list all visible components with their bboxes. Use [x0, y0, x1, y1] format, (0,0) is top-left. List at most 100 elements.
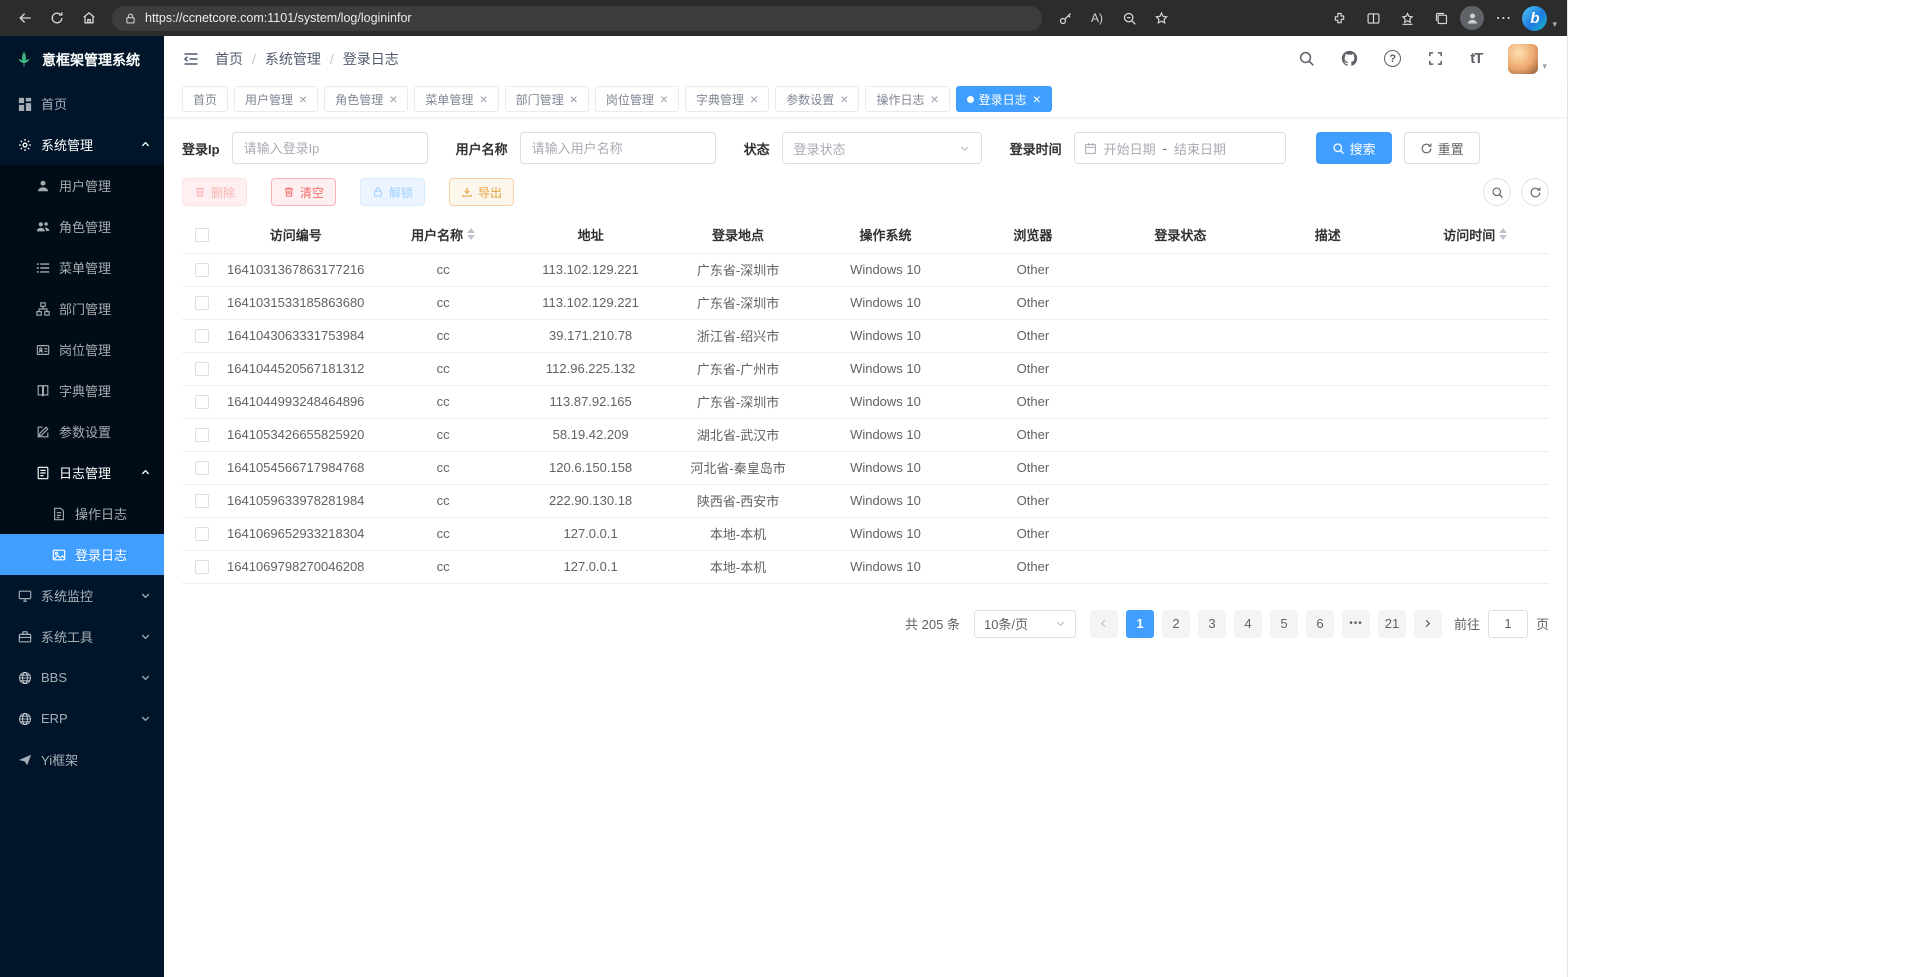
page-size-select[interactable]: 10条/页 [974, 610, 1076, 638]
avatar-caret-icon[interactable]: ▾ [1542, 61, 1547, 72]
page-button-5[interactable]: 5 [1270, 610, 1298, 638]
tab-dept-management[interactable]: 部门管理× [505, 86, 589, 112]
tab-close-icon[interactable]: × [1033, 92, 1041, 106]
sidebar-item-system-tools[interactable]: 系统工具 [0, 616, 164, 657]
sidebar-item-system-monitor[interactable]: 系统监控 [0, 575, 164, 616]
tab-close-icon[interactable]: × [479, 92, 487, 106]
delete-button[interactable]: 删除 [182, 178, 247, 206]
sidebar-item-bbs[interactable]: BBS [0, 657, 164, 698]
favorites-icon[interactable] [1392, 3, 1422, 33]
sidebar-item-user-management[interactable]: 用户管理 [0, 165, 164, 206]
breadcrumb-item[interactable]: 系统管理 [265, 49, 321, 69]
copilot-icon[interactable]: b [1522, 6, 1547, 31]
page-button-3[interactable]: 3 [1198, 610, 1226, 638]
sidebar-collapse-icon[interactable] [182, 50, 200, 68]
sidebar-item-dict-management[interactable]: 字典管理 [0, 370, 164, 411]
sidebar-item-param-settings[interactable]: 参数设置 [0, 411, 164, 452]
refresh-table-icon[interactable] [1521, 178, 1549, 206]
header-search-icon[interactable] [1298, 50, 1315, 67]
home-icon[interactable] [74, 3, 104, 33]
sidebar-item-log-management[interactable]: 日志管理 [0, 452, 164, 493]
tab-close-icon[interactable]: × [840, 92, 848, 106]
sidebar-item-login-log[interactable]: 登录日志 [0, 534, 164, 575]
tab-menu-management[interactable]: 菜单管理× [414, 86, 498, 112]
row-checkbox[interactable] [195, 461, 209, 475]
page-button-2[interactable]: 2 [1162, 610, 1190, 638]
tab-login-log[interactable]: 登录日志× [956, 86, 1052, 112]
split-screen-icon[interactable] [1358, 3, 1388, 33]
export-button[interactable]: 导出 [449, 178, 514, 206]
sort-icon[interactable] [1499, 228, 1507, 240]
sidebar-item-system-management[interactable]: 系统管理 [0, 124, 164, 165]
zoom-out-icon[interactable] [1114, 3, 1144, 33]
row-checkbox[interactable] [195, 395, 209, 409]
sidebar-item-dept-management[interactable]: 部门管理 [0, 288, 164, 329]
password-key-icon[interactable] [1050, 3, 1080, 33]
sidebar-item-home[interactable]: 首页 [0, 83, 164, 124]
user-avatar[interactable] [1508, 44, 1538, 74]
tab-home[interactable]: 首页 [182, 86, 228, 112]
tab-close-icon[interactable]: × [570, 92, 578, 106]
tab-close-icon[interactable]: × [389, 92, 397, 106]
sidebar-item-post-management[interactable]: 岗位管理 [0, 329, 164, 370]
clear-button[interactable]: 清空 [271, 178, 336, 206]
username-input[interactable] [520, 132, 716, 164]
fullscreen-icon[interactable] [1427, 50, 1444, 67]
tab-user-management[interactable]: 用户管理× [234, 86, 318, 112]
row-checkbox[interactable] [195, 329, 209, 343]
collections-icon[interactable] [1426, 3, 1456, 33]
lock-icon[interactable] [124, 12, 137, 25]
sidebar-item-role-management[interactable]: 角色管理 [0, 206, 164, 247]
tab-role-management[interactable]: 角色管理× [324, 86, 408, 112]
tab-param-settings[interactable]: 参数设置× [775, 86, 859, 112]
settings-menu-icon[interactable]: ⋯ [1488, 3, 1518, 33]
page-button-4[interactable]: 4 [1234, 610, 1262, 638]
profile-avatar[interactable] [1460, 6, 1484, 30]
tab-dict-management[interactable]: 字典管理× [685, 86, 769, 112]
row-checkbox[interactable] [195, 296, 209, 310]
tab-close-icon[interactable]: × [750, 92, 758, 106]
back-icon[interactable] [10, 3, 40, 33]
login-time-range[interactable]: 开始日期 - 结束日期 [1074, 132, 1286, 164]
row-checkbox[interactable] [195, 263, 209, 277]
breadcrumb-item[interactable]: 首页 [215, 49, 243, 69]
help-icon[interactable]: ? [1384, 50, 1401, 67]
address-bar[interactable]: https://ccnetcore.com:1101/system/log/lo… [112, 6, 1042, 31]
select-all-checkbox[interactable] [195, 228, 209, 242]
add-favorite-star-icon[interactable] [1146, 3, 1176, 33]
tab-close-icon[interactable]: × [299, 92, 307, 106]
more-pages-button[interactable]: ••• [1342, 610, 1370, 638]
tab-post-management[interactable]: 岗位管理× [595, 86, 679, 112]
status-select[interactable]: 登录状态 [782, 132, 982, 164]
sidebar-item-operation-log[interactable]: 操作日志 [0, 493, 164, 534]
sidebar-item-menu-management[interactable]: 菜单管理 [0, 247, 164, 288]
font-size-icon[interactable]: tT [1470, 50, 1482, 67]
next-page-button[interactable] [1414, 610, 1442, 638]
row-checkbox[interactable] [195, 527, 209, 541]
unlock-button[interactable]: 解锁 [360, 178, 425, 206]
row-checkbox[interactable] [195, 428, 209, 442]
row-checkbox[interactable] [195, 494, 209, 508]
tab-operation-log[interactable]: 操作日志× [865, 86, 949, 112]
github-icon[interactable] [1341, 50, 1358, 67]
page-button-1[interactable]: 1 [1126, 610, 1154, 638]
row-checkbox[interactable] [195, 362, 209, 376]
search-button[interactable]: 搜索 [1316, 132, 1392, 164]
prev-page-button[interactable] [1090, 610, 1118, 638]
read-aloud-icon[interactable]: A) [1082, 3, 1112, 33]
tab-close-icon[interactable]: × [930, 92, 938, 106]
reset-button[interactable]: 重置 [1404, 132, 1480, 164]
toggle-search-icon[interactable] [1483, 178, 1511, 206]
login-ip-input[interactable] [232, 132, 428, 164]
sort-icon[interactable] [467, 228, 475, 240]
breadcrumb-item[interactable]: 登录日志 [343, 49, 399, 69]
goto-page-input[interactable] [1488, 610, 1528, 638]
copilot-caret-icon[interactable]: ▾ [1552, 19, 1557, 30]
refresh-icon[interactable] [42, 3, 72, 33]
row-checkbox[interactable] [195, 560, 209, 574]
page-button-21[interactable]: 21 [1378, 610, 1406, 638]
sidebar-item-yi-framework[interactable]: Yi框架 [0, 739, 164, 780]
sidebar-item-erp[interactable]: ERP [0, 698, 164, 739]
tab-close-icon[interactable]: × [660, 92, 668, 106]
page-button-6[interactable]: 6 [1306, 610, 1334, 638]
